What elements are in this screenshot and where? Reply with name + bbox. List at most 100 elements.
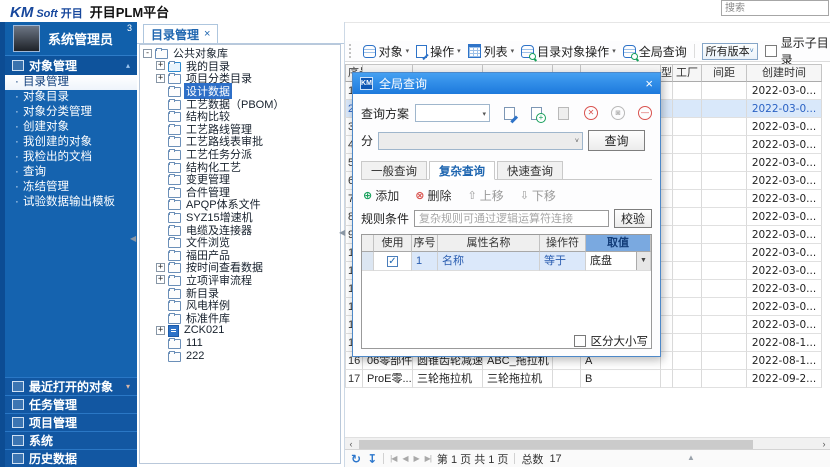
- sidebar-item[interactable]: 对象分类管理: [5, 105, 137, 120]
- tree-item[interactable]: +标准件库: [140, 311, 340, 324]
- refresh-icon[interactable]: ↻: [351, 452, 361, 466]
- sidebar-section[interactable]: 最近打开的对象▾: [5, 377, 137, 395]
- rule-actions: ⊕添加 ⊗删除 ⇧上移 ⇩下移: [363, 187, 650, 204]
- sidebar-section[interactable]: 系统: [5, 431, 137, 449]
- case-sensitive-label: 区分大小写: [591, 333, 649, 349]
- folder-icon: [168, 339, 181, 349]
- section-label: 历史数据: [29, 450, 77, 467]
- table-row[interactable]: 17ProE零...三轮拖拉机三轮拖拉机B2022-09-2...: [345, 370, 823, 388]
- version-select[interactable]: 所有版本 ˅: [702, 43, 758, 60]
- row-selector[interactable]: [362, 252, 374, 271]
- cell: 三轮拖拉机: [483, 370, 553, 388]
- move-down-button[interactable]: ⇩下移: [520, 187, 556, 204]
- sidebar-item[interactable]: 我创建的对象: [5, 135, 137, 150]
- collapse-icon[interactable]: -: [143, 49, 152, 58]
- edit-scheme-icon[interactable]: [503, 106, 517, 120]
- expand-icon[interactable]: +: [156, 326, 165, 335]
- sidebar-item[interactable]: 目录管理: [5, 75, 137, 90]
- sidebar-item[interactable]: 对象目录: [5, 90, 137, 105]
- expand-icon[interactable]: +: [156, 263, 165, 272]
- dialog-close-icon[interactable]: ×: [645, 77, 653, 90]
- sidebar-section[interactable]: 任务管理: [5, 395, 137, 413]
- tab-close-icon[interactable]: ×: [204, 28, 210, 40]
- column-header[interactable]: 工厂: [673, 64, 702, 82]
- tree-item[interactable]: +立项评审流程: [140, 274, 340, 287]
- global-query-button[interactable]: 全局查询: [623, 43, 687, 60]
- horizontal-scrollbar[interactable]: ‹ ›: [345, 437, 830, 449]
- new-scheme-icon[interactable]: [530, 106, 544, 120]
- last-page-icon[interactable]: ▶|: [425, 454, 431, 463]
- tree-item[interactable]: +工艺数据（PBOM）: [140, 97, 340, 110]
- rule-row[interactable]: ✓ 1 名称 等于 底盘▼: [362, 252, 651, 271]
- cell: [702, 136, 747, 154]
- row-selector-header: [362, 235, 374, 252]
- delete-rule-button[interactable]: ⊗删除: [415, 187, 451, 204]
- sidebar-item[interactable]: 我检出的文档: [5, 150, 137, 165]
- tree-item[interactable]: +电缆及连接器: [140, 223, 340, 236]
- sidebar-item[interactable]: 创建对象: [5, 120, 137, 135]
- column-header[interactable]: 型: [661, 64, 673, 82]
- column-header[interactable]: 间距: [702, 64, 747, 82]
- expand-icon[interactable]: +: [156, 74, 165, 83]
- expand-icon[interactable]: +: [156, 61, 165, 70]
- category-select[interactable]: ˅: [378, 132, 583, 150]
- first-page-icon[interactable]: |◀: [390, 454, 396, 463]
- scrollbar-thumb[interactable]: [359, 440, 753, 449]
- validate-button[interactable]: 校验: [614, 209, 652, 228]
- cell: [702, 118, 747, 136]
- list-menu-button[interactable]: 列表 ▾: [468, 43, 515, 60]
- sidebar-item[interactable]: 试验数据输出模板: [5, 195, 137, 210]
- sidebar-section[interactable]: 历史数据: [5, 449, 137, 467]
- tree-item[interactable]: +风电样例: [140, 299, 340, 312]
- sidebar-section[interactable]: 项目管理: [5, 413, 137, 431]
- value-dropdown-icon[interactable]: ▼: [636, 252, 650, 270]
- sidebar-splitter-arrow-icon[interactable]: ◀: [130, 234, 136, 243]
- cell: [702, 298, 747, 316]
- value-cell[interactable]: 底盘▼: [586, 252, 651, 271]
- tree-item[interactable]: +变更管理: [140, 173, 340, 186]
- delete-scheme-icon[interactable]: ✕: [584, 106, 598, 120]
- operation-menu-button[interactable]: 操作 ▾: [416, 43, 461, 60]
- expand-icon[interactable]: +: [156, 275, 165, 284]
- tree-item[interactable]: +新目录: [140, 286, 340, 299]
- export-icon[interactable]: ↧: [367, 452, 377, 466]
- column-header[interactable]: 创建时间: [747, 64, 822, 82]
- prev-page-icon[interactable]: ◀: [402, 454, 407, 463]
- tree-item[interactable]: +111: [140, 337, 340, 350]
- sidebar-item[interactable]: 冻结管理: [5, 180, 137, 195]
- show-subdir-checkbox[interactable]: [765, 45, 777, 57]
- tree-item[interactable]: -公共对象库: [140, 47, 340, 60]
- attr-cell[interactable]: 名称: [438, 252, 540, 271]
- use-checkbox[interactable]: ✓: [387, 256, 398, 267]
- dialog-title-bar[interactable]: KM 全局查询 ×: [353, 73, 660, 94]
- dir-object-operation-button[interactable]: 目录对象操作 ▾: [521, 43, 616, 60]
- tab-directory-management[interactable]: 目录管理 ×: [143, 24, 218, 43]
- tab-general-query[interactable]: 一般查询: [361, 161, 427, 179]
- sidebar-section-object-management[interactable]: 对象管理 ▴: [5, 55, 137, 75]
- tab-complex-query[interactable]: 复杂查询: [429, 161, 495, 180]
- plus-circle-icon: ⊕: [363, 190, 372, 202]
- op-cell[interactable]: 等于: [540, 252, 586, 271]
- object-menu-button[interactable]: 对象 ▾: [363, 43, 410, 60]
- remove-scheme-icon[interactable]: —: [638, 106, 652, 120]
- history-icon: [12, 453, 24, 464]
- tree-item[interactable]: +222: [140, 349, 340, 362]
- tree-item[interactable]: +文件浏览: [140, 236, 340, 249]
- tab-quick-query[interactable]: 快速查询: [497, 161, 563, 179]
- move-up-button[interactable]: ⇧上移: [467, 187, 503, 204]
- add-rule-button[interactable]: ⊕添加: [363, 187, 399, 204]
- sidebar-item[interactable]: 查询: [5, 165, 137, 180]
- tree-splitter-arrow-icon[interactable]: ◀: [339, 228, 345, 237]
- tree-item[interactable]: +项目分类目录: [140, 72, 340, 85]
- rule-condition-input[interactable]: [414, 210, 609, 227]
- copy-scheme-icon: [557, 106, 571, 120]
- next-page-icon[interactable]: ▶: [414, 454, 419, 463]
- scheme-select[interactable]: ▾: [415, 104, 490, 122]
- tree-item[interactable]: +结构化工艺: [140, 160, 340, 173]
- search-input[interactable]: [721, 0, 829, 16]
- case-sensitive-checkbox[interactable]: [574, 335, 586, 347]
- scroll-up-arrow-icon[interactable]: ▲: [687, 453, 695, 462]
- cell: 2022-03-0...: [747, 100, 822, 118]
- query-button[interactable]: 查询: [588, 130, 645, 151]
- tree-item[interactable]: +ZCK021: [140, 324, 340, 337]
